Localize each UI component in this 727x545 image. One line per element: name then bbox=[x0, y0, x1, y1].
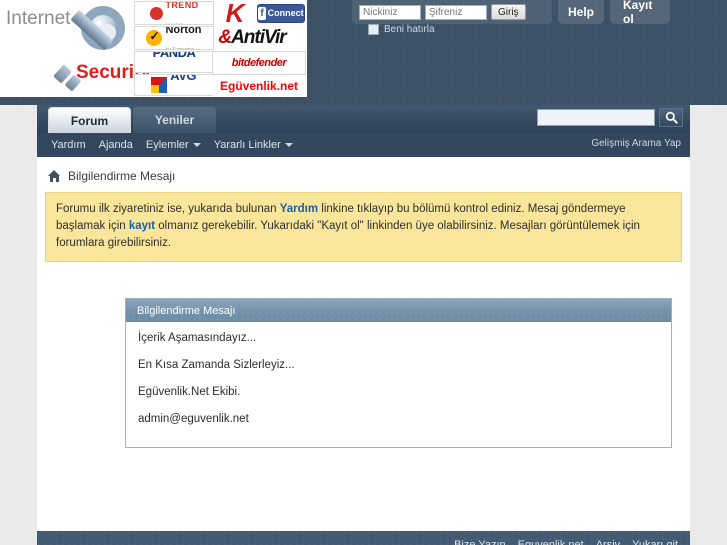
sub-navigation: Yardım Ajanda Eylemler Yararlı Linkler G… bbox=[37, 133, 690, 157]
search-button[interactable] bbox=[659, 108, 683, 127]
search-icon bbox=[665, 111, 678, 124]
subnav-item-yararli-linkler[interactable]: Yararlı Linkler bbox=[214, 139, 293, 151]
subnav-label-ajanda: Ajanda bbox=[98, 139, 133, 151]
norton-sub: by Symantec bbox=[165, 47, 195, 50]
avg-logo: AVG Free Anti-Virus bbox=[134, 74, 214, 96]
panda-logo: PANDA SECURITY bbox=[134, 51, 214, 73]
site-banner: Internet Security TREND MICRO Norton bbox=[0, 0, 307, 97]
message-line: Egüvenlik.Net Ekibi. bbox=[138, 386, 241, 398]
subnav-label-yardim: Yardım bbox=[51, 139, 86, 151]
notice-part1: Forumu ilk ziyaretiniz ise, yukarıda bul… bbox=[56, 203, 280, 215]
avira-label: AntiVir bbox=[231, 27, 287, 48]
login-form: Giriş bbox=[352, 0, 552, 24]
advanced-search-link[interactable]: Gelişmiş Arama Yap bbox=[591, 138, 681, 149]
navigation-bar: Forum Yeniler Yardım Ajanda Eylemler Yar… bbox=[37, 105, 690, 157]
help-button[interactable]: Help bbox=[558, 0, 604, 24]
avg-sub: Free Anti-Virus bbox=[170, 94, 196, 95]
message-line: İçerik Aşamasındayız... bbox=[138, 332, 257, 344]
norton-label: Norton bbox=[165, 26, 202, 36]
panda-label: PANDA bbox=[152, 51, 196, 60]
panel-body: İçerik Aşamasındayız... En Kısa Zamanda … bbox=[126, 322, 671, 425]
search-area bbox=[537, 108, 683, 127]
home-icon[interactable] bbox=[48, 170, 61, 182]
footer-link-yukari-git[interactable]: Yukarı git bbox=[632, 539, 678, 545]
page-root: Internet Security TREND MICRO Norton bbox=[0, 0, 727, 545]
remember-me-row[interactable]: Beni hatırla bbox=[368, 24, 435, 35]
subnav-item-ajanda[interactable]: Ajanda bbox=[99, 139, 133, 151]
message-panel: Bilgilendirme Mesajı İçerik Aşamasındayı… bbox=[125, 298, 672, 448]
password-input[interactable] bbox=[425, 4, 487, 20]
eguvenlik-brand-label: Egüvenlik.net bbox=[219, 79, 299, 93]
page-title: Bilgilendirme Mesajı bbox=[68, 169, 176, 183]
subnav-item-eylemler[interactable]: Eylemler bbox=[146, 139, 201, 151]
tab-yeniler[interactable]: Yeniler bbox=[133, 107, 216, 133]
trendmicro-sub: MICRO bbox=[165, 22, 184, 25]
login-submit-button[interactable]: Giriş bbox=[491, 4, 526, 20]
notice-link-yardim[interactable]: Yardım bbox=[280, 203, 318, 215]
tab-row: Forum Yeniler bbox=[37, 105, 690, 133]
chevron-down-icon bbox=[284, 143, 293, 147]
info-notice: Forumu ilk ziyaretiniz ise, yukarıda bul… bbox=[45, 192, 682, 262]
footer-link-arsiv[interactable]: Arşiv bbox=[596, 539, 620, 545]
footer-links: Bize Yazın Eguvenlik.net Arşiv Yukarı gi… bbox=[454, 539, 678, 545]
search-input[interactable] bbox=[537, 109, 655, 126]
breadcrumb: Bilgilendirme Mesajı bbox=[37, 157, 690, 183]
avg-label: AVG bbox=[170, 74, 197, 83]
content-area: Bilgilendirme Mesajı Forumu ilk ziyareti… bbox=[37, 157, 690, 531]
eguvenlik-brand: Egüvenlik.net bbox=[212, 76, 306, 96]
remember-me-checkbox[interactable] bbox=[368, 24, 379, 35]
kaspersky-label: K bbox=[225, 1, 245, 25]
subnav-item-yardim[interactable]: Yardım bbox=[51, 139, 86, 151]
subnav-label-yararli-linkler: Yararlı Linkler bbox=[213, 139, 281, 151]
site-header: Internet Security TREND MICRO Norton bbox=[0, 0, 727, 105]
panda-sub: SECURITY bbox=[153, 71, 189, 72]
bitdefender-logo: bitdefender bbox=[212, 51, 306, 75]
chevron-down-icon bbox=[192, 143, 201, 147]
username-input[interactable] bbox=[359, 4, 421, 20]
kaspersky-logo: K bbox=[215, 1, 255, 25]
footer-link-bize-yazin[interactable]: Bize Yazın bbox=[454, 539, 506, 545]
facebook-f-icon: f bbox=[258, 6, 266, 20]
site-footer: Bize Yazın Eguvenlik.net Arşiv Yukarı gi… bbox=[37, 531, 690, 545]
trendmicro-logo: TREND MICRO bbox=[134, 1, 214, 25]
message-line: admin@eguvenlik.net bbox=[138, 413, 249, 425]
trendmicro-label: TREND bbox=[165, 1, 199, 10]
facebook-connect-button[interactable]: f Connect bbox=[256, 1, 306, 25]
subnav-label-eylemler: Eylemler bbox=[145, 139, 189, 151]
remember-me-label: Beni hatırla bbox=[384, 24, 435, 35]
footer-link-eguvenlik[interactable]: Eguvenlik.net bbox=[518, 539, 584, 545]
facebook-connect-label: Connect bbox=[267, 8, 304, 18]
notice-link-kayit[interactable]: kayıt bbox=[129, 220, 155, 232]
message-line: En Kısa Zamanda Sizlerleyiz... bbox=[138, 359, 295, 371]
register-button[interactable]: Kayıt ol bbox=[610, 0, 670, 26]
avira-antivir-logo: &AntiVir bbox=[218, 27, 287, 48]
tab-forum[interactable]: Forum bbox=[48, 107, 131, 133]
bitdefender-label: bitdefender bbox=[231, 57, 287, 69]
panel-title: Bilgilendirme Mesajı bbox=[126, 299, 671, 322]
